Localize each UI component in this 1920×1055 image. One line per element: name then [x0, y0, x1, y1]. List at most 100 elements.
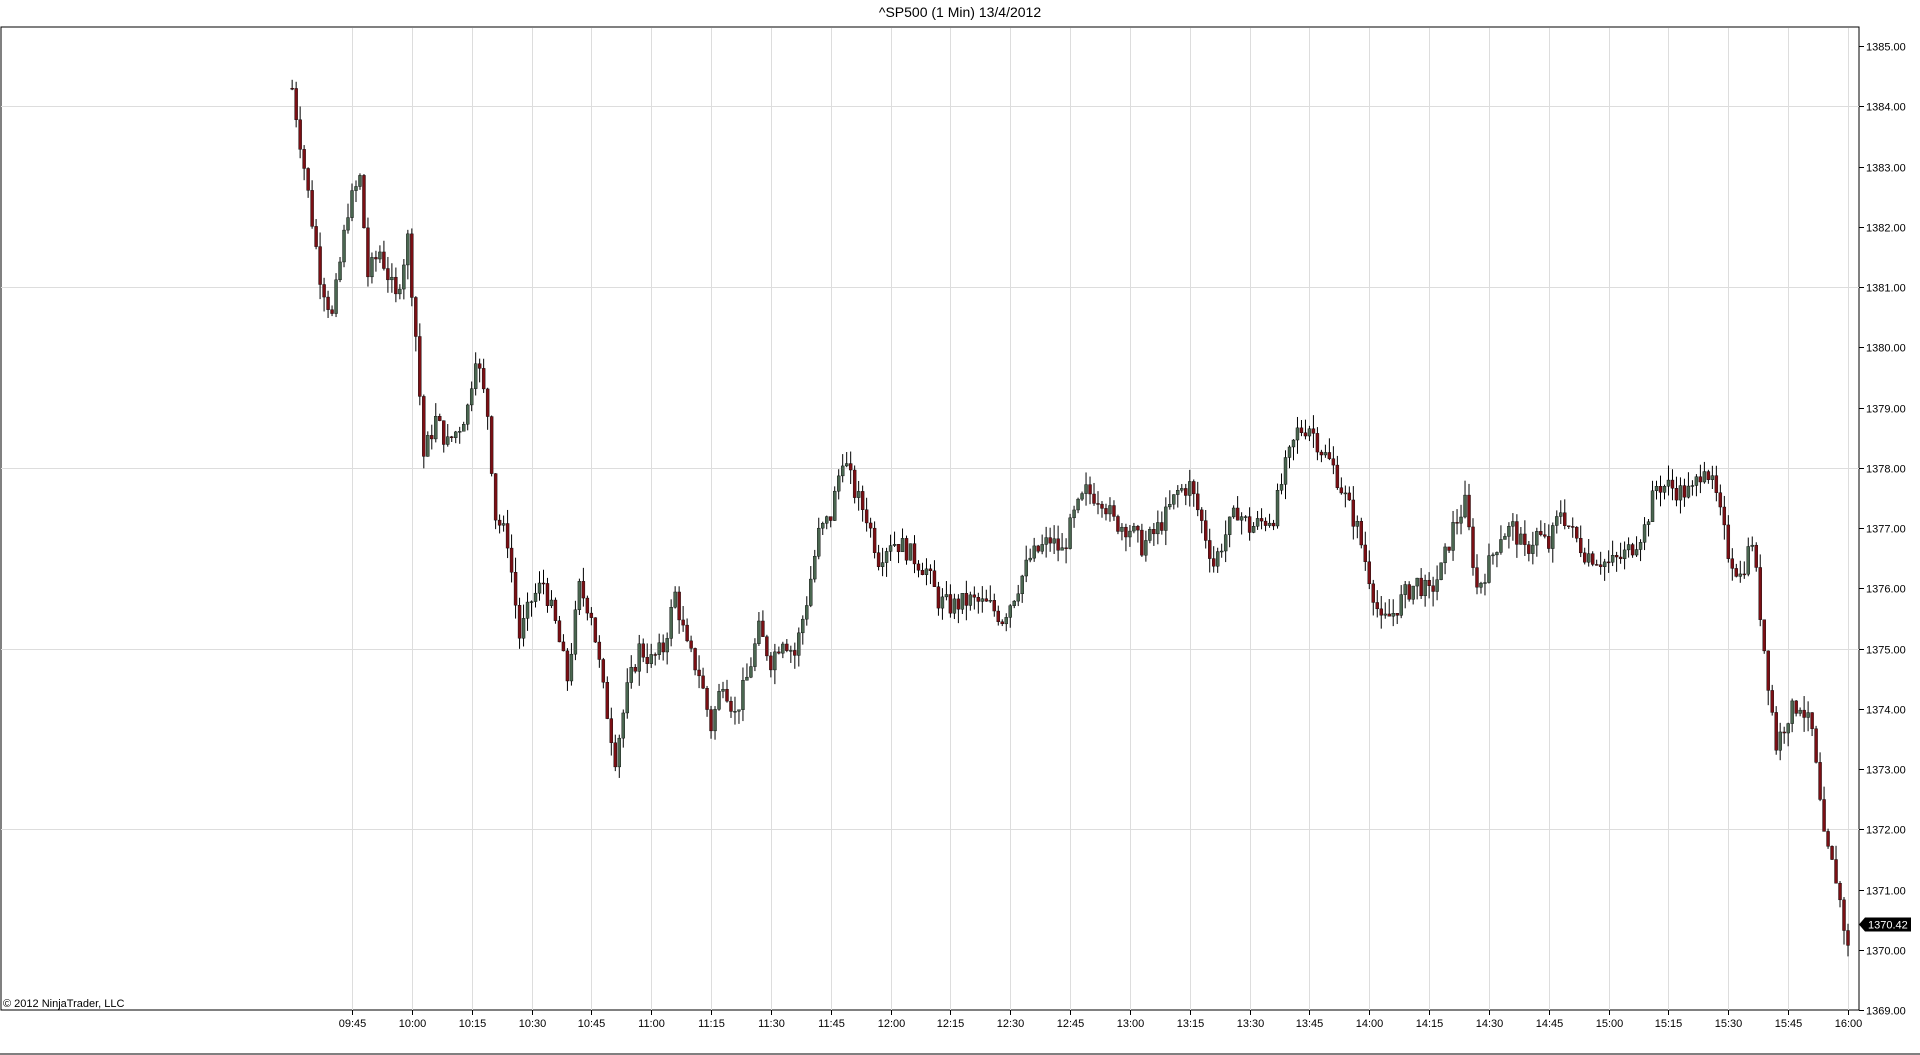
candle-body [964, 593, 969, 606]
candle-body [477, 363, 482, 369]
candle-body [836, 475, 841, 492]
candle-body [940, 596, 945, 609]
candle-body [868, 522, 873, 529]
candle-body [1451, 522, 1455, 551]
candle-body [1343, 492, 1348, 495]
candle-body [1455, 522, 1459, 524]
candle-body [1104, 508, 1108, 515]
candle-body [1176, 490, 1180, 495]
candle-body [1315, 433, 1320, 453]
y-tick-label: 1383.00 [1866, 163, 1906, 175]
candle-body [761, 620, 765, 637]
x-tick-label: 15:30 [1715, 1018, 1743, 1030]
candle-body [1411, 585, 1415, 600]
candle-body [549, 599, 554, 606]
candle-body [517, 605, 522, 639]
candle-body [1830, 846, 1834, 860]
candle-body [1694, 476, 1699, 486]
candle-body [1826, 831, 1830, 847]
candle-body [290, 88, 294, 90]
candle-body [936, 586, 941, 609]
candle-body [1467, 494, 1471, 528]
candle-body [1439, 562, 1443, 580]
y-tick-label: 1379.00 [1866, 404, 1906, 416]
candle-body [505, 523, 510, 549]
candle-body [892, 544, 897, 546]
candle-body [833, 490, 837, 521]
candle-body [1531, 544, 1535, 554]
candle-body [1064, 547, 1068, 549]
x-tick-label: 12:45 [1057, 1018, 1085, 1030]
candle-body [645, 657, 649, 664]
candle-body [1283, 457, 1288, 485]
x-tick-label: 15:15 [1655, 1018, 1683, 1030]
candle-body [705, 688, 709, 710]
x-tick-label: 15:45 [1775, 1018, 1803, 1030]
candle-body [813, 556, 817, 580]
y-tick-label: 1369.00 [1866, 1006, 1906, 1018]
candle-body [912, 543, 917, 565]
candle-body [697, 669, 701, 677]
candle-body [1379, 608, 1383, 616]
candle-body [665, 638, 669, 653]
candle-body [485, 388, 490, 417]
candle-body [1196, 493, 1200, 511]
y-tick-label: 1373.00 [1866, 765, 1906, 777]
candle-body [585, 597, 590, 614]
candle-body [848, 463, 853, 471]
candle-body [721, 688, 725, 692]
candle-body [1088, 484, 1092, 495]
candle-body [924, 568, 929, 575]
candle-body [1319, 451, 1324, 456]
candle-body [1794, 700, 1798, 714]
x-tick-label: 12:15 [937, 1018, 965, 1030]
candle-body [801, 618, 805, 634]
candle-body [577, 581, 582, 611]
candle-body [434, 416, 438, 440]
candle-body [1275, 490, 1280, 527]
x-tick-label: 11:30 [758, 1018, 785, 1030]
price-chart[interactable]: 1369.00 1370.00 1371.00 1372.00 1373.00 1374.… [0, 0, 1920, 1055]
candle-body [501, 523, 506, 526]
candle-body [418, 336, 422, 397]
candle-body [1487, 555, 1491, 583]
candle-body [952, 598, 957, 614]
x-tick-label: 15:00 [1596, 1018, 1624, 1030]
candle-body [797, 632, 801, 656]
candle-body [1846, 930, 1850, 946]
plot-frame [0, 26, 1860, 1011]
candle-body [326, 296, 330, 310]
candle-body [793, 650, 797, 656]
y-tick-label: 1372.00 [1866, 825, 1906, 837]
candle-body [1371, 583, 1375, 603]
candle-body [1184, 488, 1188, 496]
candle-body [394, 276, 398, 295]
candle-body [1535, 531, 1539, 546]
candle-body [1367, 561, 1371, 585]
candle-body [1395, 613, 1399, 616]
candle-body [1287, 446, 1292, 458]
candle-body [1399, 594, 1403, 616]
candle-body [450, 436, 454, 438]
candle-body [1235, 507, 1240, 521]
candle-body [757, 620, 761, 644]
candle-body [330, 309, 334, 314]
candle-body [741, 680, 745, 710]
candle-body [493, 473, 498, 521]
candle-body [1511, 521, 1515, 527]
y-tick-label: 1371.00 [1866, 886, 1906, 898]
candle-body [481, 368, 486, 390]
candle-body [1136, 525, 1140, 531]
x-tick-label: 09:45 [339, 1018, 367, 1030]
candle-body [521, 618, 526, 639]
candle-body [1020, 575, 1024, 595]
x-tick-label: 13:45 [1296, 1018, 1324, 1030]
candle-body [529, 601, 534, 603]
candle-body [1630, 544, 1635, 556]
candle-body [1726, 524, 1731, 559]
candle-body [904, 538, 909, 561]
candle-body [1650, 490, 1655, 522]
candle-body [809, 578, 813, 606]
candle-body [1471, 526, 1475, 568]
candle-body [840, 465, 845, 477]
